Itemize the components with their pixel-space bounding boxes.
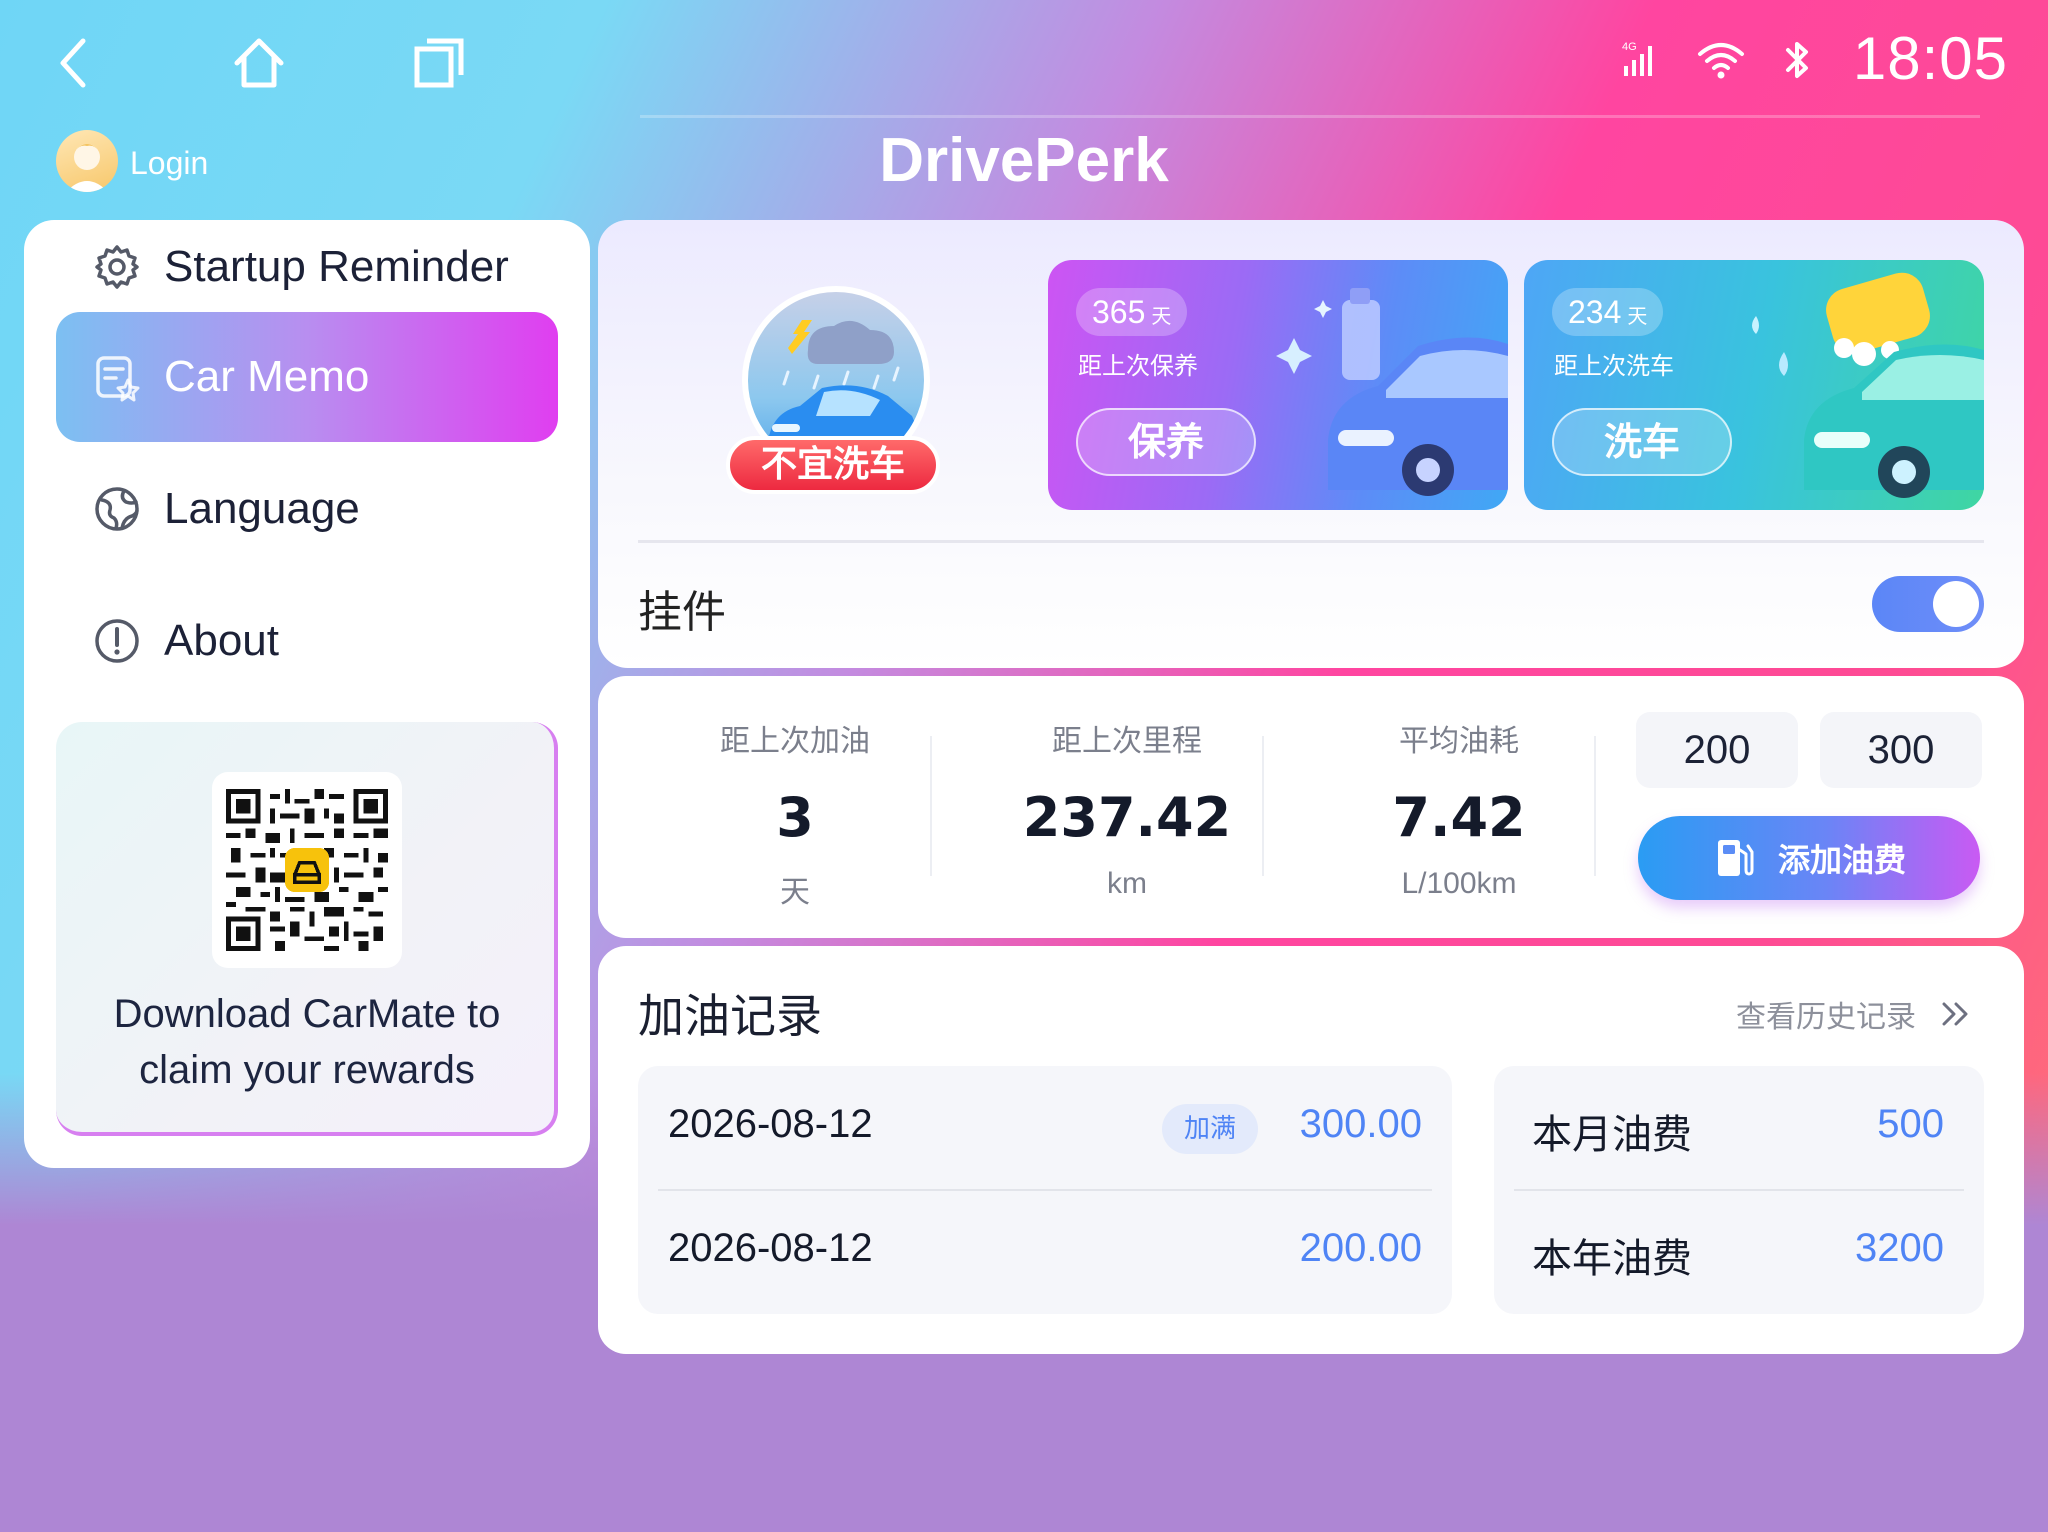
full-tank-tag: 加满 bbox=[1161, 1104, 1258, 1154]
stat-separator bbox=[1594, 736, 1596, 876]
memo-icon bbox=[96, 356, 140, 402]
stat-unit: km bbox=[1107, 867, 1147, 900]
stat-separator bbox=[1262, 736, 1264, 876]
stat-title: 距上次加油 bbox=[720, 724, 870, 759]
wifi-icon bbox=[1696, 38, 1746, 82]
sidebar-item-about[interactable]: About bbox=[56, 576, 558, 706]
sidebar-item-label: Language bbox=[164, 484, 360, 533]
signal-label: 4G bbox=[1622, 41, 1637, 53]
stat-value: 237.42 bbox=[1022, 786, 1232, 849]
quick-amount-button[interactable]: 300 bbox=[1820, 712, 1982, 788]
fuel-pump-icon bbox=[1717, 840, 1754, 876]
widget-label: 挂件 bbox=[638, 587, 726, 638]
record-amount: 300.00 bbox=[1299, 1102, 1422, 1146]
stat-unit: L/100km bbox=[1401, 867, 1517, 900]
fuel-records-card: 加油记录 查看历史记录 2026-08-12 加满 300.00 2026-08… bbox=[598, 946, 2024, 1354]
double-chevron-right-icon bbox=[1942, 1002, 1968, 1026]
widget-toggle[interactable] bbox=[1872, 576, 1984, 632]
home-button[interactable] bbox=[224, 28, 294, 98]
add-fuel-label: 添加油费 bbox=[1777, 841, 1906, 879]
maintenance-days-pill: 365 天 bbox=[1076, 288, 1188, 336]
sidebar-item-car-memo[interactable]: Car Memo bbox=[56, 312, 558, 442]
maintenance-tile[interactable]: 365 天 距上次保养 保养 bbox=[1048, 260, 1508, 510]
sidebar: Startup Reminder Car Memo Language About bbox=[24, 220, 590, 1168]
promo-card[interactable]: Download CarMate to claim your rewards bbox=[56, 722, 558, 1136]
stat-since-refuel: 距上次加油 3 天 bbox=[630, 716, 960, 911]
maintenance-subtitle: 距上次保养 bbox=[1078, 352, 1198, 380]
history-link[interactable]: 查看历史记录 bbox=[1736, 992, 1974, 1036]
oil-car-illustration bbox=[1276, 288, 1508, 496]
summary-year: 本年油费 3200 bbox=[1494, 1190, 1984, 1314]
stat-separator bbox=[930, 736, 932, 876]
list-item[interactable]: 2026-08-12 200.00 bbox=[638, 1190, 1452, 1314]
promo-line-1: Download CarMate to bbox=[113, 992, 501, 1036]
app-title: DrivePerk bbox=[879, 126, 1169, 195]
sidebar-item-label: Car Memo bbox=[164, 352, 370, 401]
record-date: 2026-08-12 bbox=[668, 1226, 873, 1270]
stat-value: 3 bbox=[776, 786, 814, 849]
recent-apps-icon bbox=[414, 38, 464, 88]
summary-value: 500 bbox=[1877, 1102, 1944, 1146]
stat-title: 距上次里程 bbox=[1052, 724, 1202, 759]
car-wash-button[interactable]: 洗车 bbox=[1552, 408, 1732, 476]
back-button[interactable] bbox=[40, 28, 110, 98]
records-list: 2026-08-12 加满 300.00 2026-08-12 200.00 bbox=[638, 1066, 1452, 1314]
list-item[interactable]: 2026-08-12 加满 300.00 bbox=[638, 1066, 1452, 1191]
recent-apps-button[interactable] bbox=[404, 28, 474, 98]
toggle-knob bbox=[1933, 581, 1979, 627]
car-status-card: 不宜洗车 365 天 距上次保养 保养 234 天 距上次洗车 洗车 挂件 bbox=[598, 220, 2024, 668]
records-title: 加油记录 bbox=[638, 989, 822, 1043]
days-unit: 天 bbox=[1151, 306, 1172, 328]
car-wash-days: 234 bbox=[1568, 294, 1622, 330]
chevron-left-icon bbox=[60, 38, 86, 88]
stat-unit: 天 bbox=[780, 876, 810, 909]
days-unit: 天 bbox=[1627, 306, 1648, 328]
sponge-car-illustration bbox=[1752, 272, 1984, 498]
sidebar-item-label: About bbox=[164, 616, 279, 665]
promo-line-2: claim your rewards bbox=[139, 1048, 475, 1092]
summary-value: 3200 bbox=[1855, 1226, 1944, 1270]
bluetooth-icon bbox=[1780, 38, 1816, 82]
status-clock: 18:05 bbox=[1852, 25, 2008, 92]
fuel-stats-card: 距上次加油 3 天 距上次里程 237.42 km 平均油耗 7.42 L/10… bbox=[598, 676, 2024, 938]
summary-label: 本年油费 bbox=[1532, 1236, 1692, 1282]
qr-code bbox=[212, 772, 402, 968]
stat-avg-consumption: 平均油耗 7.42 L/100km bbox=[1294, 716, 1624, 901]
record-date: 2026-08-12 bbox=[668, 1102, 873, 1146]
history-link-label: 查看历史记录 bbox=[1736, 1000, 1916, 1035]
record-amount: 200.00 bbox=[1299, 1226, 1422, 1270]
sidebar-item-label: Startup Reminder bbox=[164, 242, 509, 291]
car-wash-advice-badge: 不宜洗车 bbox=[726, 436, 940, 494]
summary-label: 本月油费 bbox=[1532, 1112, 1692, 1158]
maintenance-days: 365 bbox=[1092, 294, 1146, 330]
cellular-signal-icon: 4G bbox=[1620, 38, 1664, 82]
header-divider bbox=[640, 115, 1980, 118]
quick-amount-button[interactable]: 200 bbox=[1636, 712, 1798, 788]
add-fuel-button[interactable]: 添加油费 bbox=[1638, 816, 1980, 900]
home-icon bbox=[234, 38, 284, 88]
fuel-summary: 本月油费 500 本年油费 3200 bbox=[1494, 1066, 1984, 1314]
summary-month: 本月油费 500 bbox=[1494, 1066, 1984, 1191]
gear-icon bbox=[95, 245, 139, 289]
maintenance-button[interactable]: 保养 bbox=[1076, 408, 1256, 476]
info-icon bbox=[95, 619, 139, 663]
stat-title: 平均油耗 bbox=[1399, 724, 1519, 759]
car-wash-tile[interactable]: 234 天 距上次洗车 洗车 bbox=[1524, 260, 1984, 510]
promo-text: Download CarMate to claim your rewards bbox=[56, 986, 558, 1098]
stat-value: 7.42 bbox=[1392, 786, 1526, 849]
car-wash-days-pill: 234 天 bbox=[1552, 288, 1664, 336]
car-wash-subtitle: 距上次洗车 bbox=[1554, 352, 1674, 380]
sidebar-item-language[interactable]: Language bbox=[56, 444, 558, 574]
card-divider bbox=[638, 540, 1984, 543]
globe-icon bbox=[95, 487, 139, 531]
stat-since-mileage: 距上次里程 237.42 km bbox=[962, 716, 1292, 901]
